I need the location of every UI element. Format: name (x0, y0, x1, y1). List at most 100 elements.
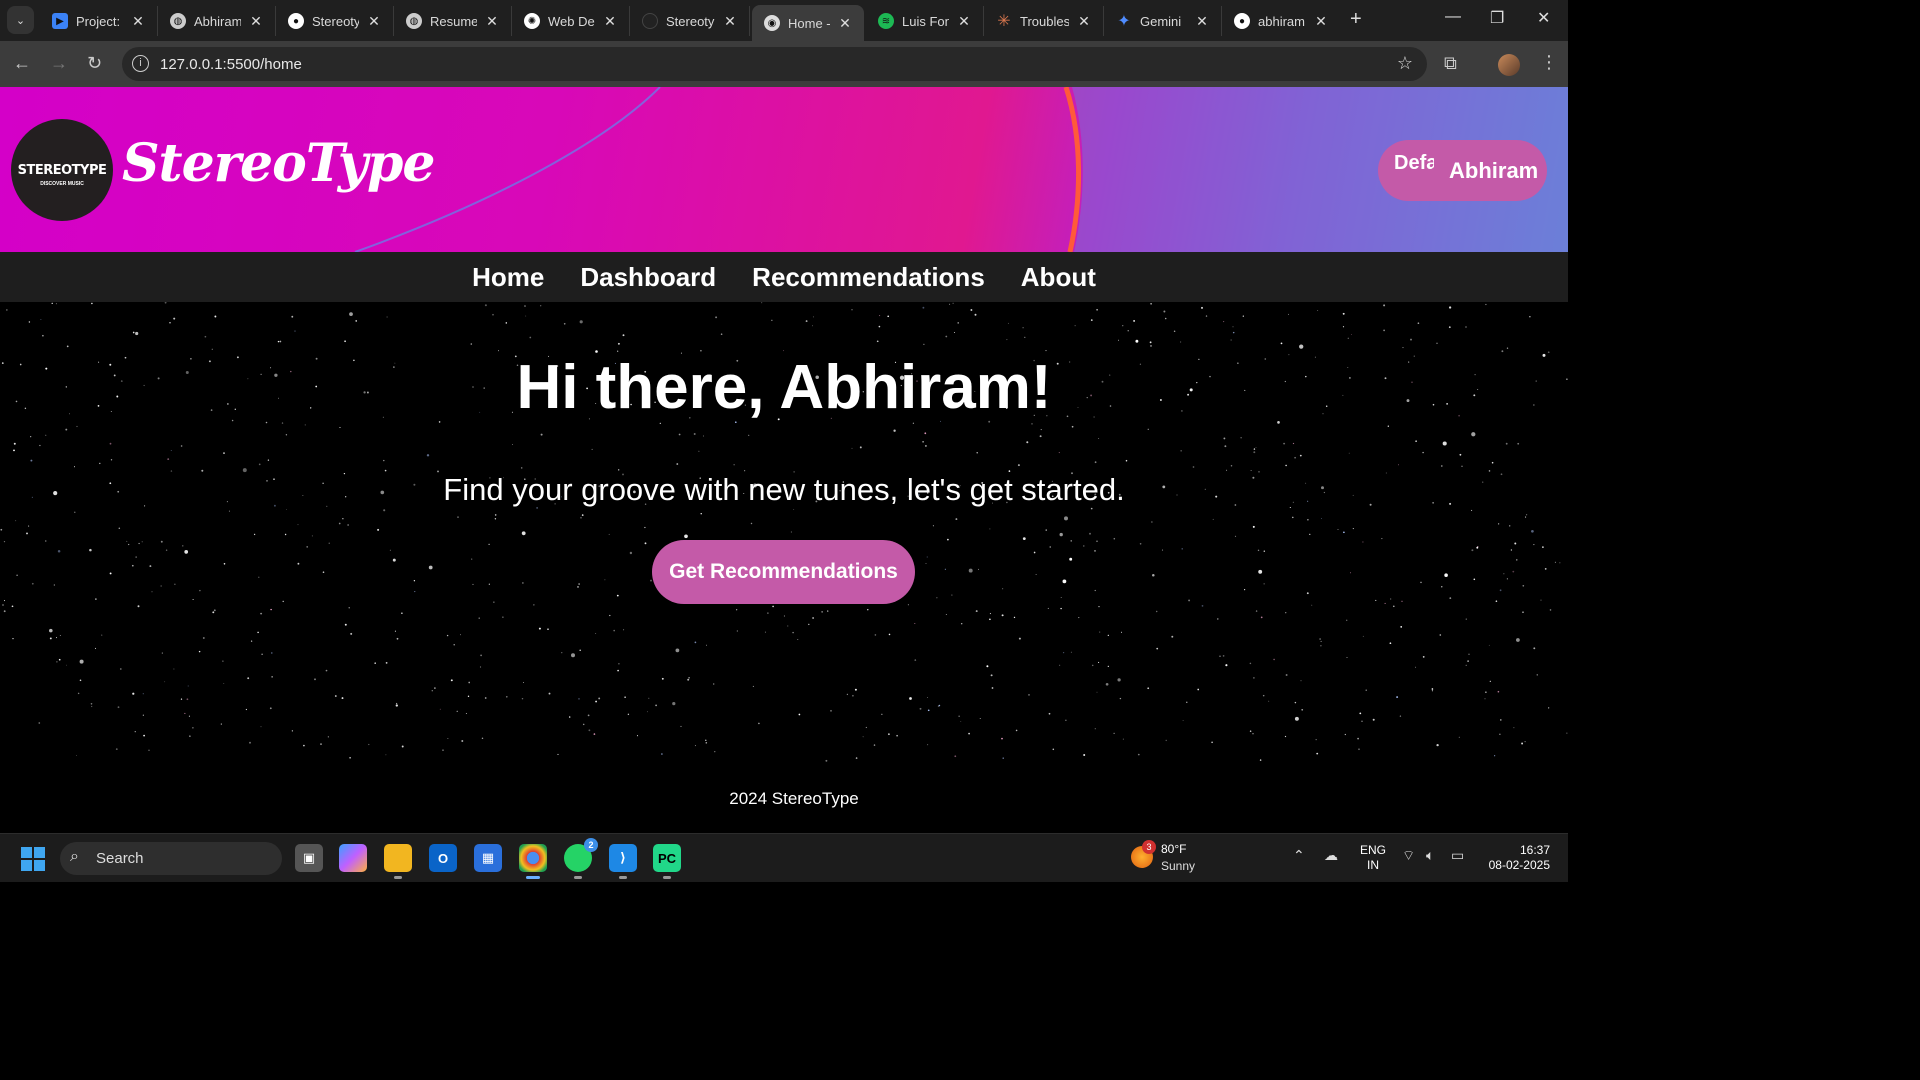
forward-icon[interactable]: → (50, 53, 68, 74)
logo-subtext: DISCOVER MUSIC (40, 181, 84, 187)
back-icon[interactable]: ← (13, 53, 31, 74)
weather-condition[interactable]: Sunny (1161, 859, 1195, 873)
microsoft-store-icon[interactable]: ▦ (474, 844, 502, 872)
language-code: ENG (1360, 843, 1387, 857)
browser-tab[interactable]: Stereoty ✕ (630, 6, 750, 36)
browser-tab-strip: ⌄ ▶ Project: C ✕ ◍ Abhiram ✕ ● Stereoty … (0, 0, 1568, 41)
browser-tab[interactable]: ◍ Abhiram ✕ (158, 6, 276, 36)
browser-tab[interactable]: ✺ Web De ✕ (512, 6, 630, 36)
system-clock[interactable]: 16:37 08-02-2025 (1480, 843, 1550, 873)
running-indicator (619, 876, 627, 879)
region-code: IN (1367, 858, 1379, 872)
hero-title: Hi there, Abhiram! (516, 353, 1052, 422)
user-avatar: Defa (1394, 152, 1434, 174)
language-indicator[interactable]: ENG IN (1360, 843, 1386, 873)
reload-icon[interactable]: ↻ (87, 53, 102, 74)
extensions-icon[interactable]: ⧉ (1444, 53, 1457, 74)
copilot-icon[interactable] (339, 844, 367, 872)
new-tab-icon[interactable]: + (1350, 8, 1362, 31)
hero-section: Hi there, Abhiram! Find your groove with… (0, 302, 1568, 762)
tab-close-icon[interactable]: ✕ (1193, 13, 1211, 30)
main-nav: Home Dashboard Recommendations About (0, 252, 1568, 302)
globe-icon: ◍ (170, 13, 186, 29)
battery-icon[interactable]: ▭ (1451, 847, 1464, 864)
address-bar[interactable]: i 127.0.0.1:5500/home ☆ (122, 47, 1427, 81)
tab-close-icon[interactable]: ✕ (1312, 13, 1330, 30)
browser-tab[interactable]: ◍ Resume ✕ (394, 6, 512, 36)
chrome-icon[interactable] (519, 844, 547, 879)
browser-tab[interactable]: ✳ Troubles ✕ (984, 6, 1104, 36)
nav-dashboard[interactable]: Dashboard (580, 262, 716, 293)
weather-temperature[interactable]: 80°F (1161, 842, 1186, 856)
tab-search-icon[interactable]: ⌄ (7, 6, 34, 34)
tab-label: Abhiram (194, 13, 241, 29)
browser-tab[interactable]: ✦ Gemini ✕ (1104, 6, 1222, 36)
volume-icon[interactable]: 🔈︎ (1426, 847, 1434, 864)
header-banner: STEREOTYPE DISCOVER MUSIC StereoType Def… (0, 87, 1568, 252)
outlook-icon[interactable]: O (429, 844, 457, 872)
hero-subtitle: Find your groove with new tunes, let's g… (443, 472, 1125, 507)
tab-close-icon[interactable]: ✕ (247, 13, 265, 30)
browser-menu-icon[interactable]: ⋮ (1540, 52, 1558, 73)
nav-about[interactable]: About (1021, 262, 1096, 293)
address-url[interactable]: 127.0.0.1:5500/home (160, 56, 302, 73)
get-recommendations-button[interactable]: Get Recommendations (652, 540, 915, 604)
tab-close-icon[interactable]: ✕ (721, 13, 739, 30)
window-close-icon[interactable]: ✕ (1537, 8, 1550, 28)
browser-tab-active[interactable]: ◉ Home - S ✕ (752, 5, 864, 41)
openai-icon: ✺ (524, 13, 540, 29)
gemini-icon: ✦ (1117, 13, 1131, 30)
bookmark-star-icon[interactable]: ☆ (1397, 53, 1413, 74)
running-indicator (663, 876, 671, 879)
spotify-icon: ≋ (878, 13, 894, 29)
logo-text: STEREOTYPE (17, 162, 107, 178)
tab-label: abhiram (1258, 13, 1305, 29)
profile-avatar[interactable] (1498, 54, 1520, 76)
pycharm-icon[interactable]: PC (653, 844, 681, 879)
tab-close-icon[interactable]: ✕ (365, 13, 383, 30)
onedrive-cloud-icon[interactable]: ☁ (1324, 847, 1338, 864)
tab-close-icon[interactable]: ✕ (1075, 13, 1093, 30)
stereotype-logo[interactable]: STEREOTYPE DISCOVER MUSIC (11, 119, 113, 221)
taskbar-search-label: Search (96, 850, 144, 867)
browser-tab[interactable]: ≋ Luis Fon ✕ (866, 6, 984, 36)
nav-recommendations[interactable]: Recommendations (752, 262, 985, 293)
footer: 2024 StereoType (0, 762, 1568, 833)
tab-label: Gemini (1140, 13, 1182, 29)
tab-close-icon[interactable]: ✕ (483, 13, 501, 30)
tab-close-icon[interactable]: ✕ (601, 13, 619, 30)
clock-date: 08-02-2025 (1488, 858, 1550, 872)
brand-title[interactable]: StereoType (122, 133, 435, 194)
browser-tab[interactable]: ▶ Project: C ✕ (40, 6, 158, 36)
weather-badge: 3 (1142, 840, 1156, 854)
search-icon: ⌕ (70, 848, 79, 865)
tab-label: Stereoty (666, 13, 715, 29)
tab-label: Web De (548, 13, 595, 29)
restore-icon[interactable]: ❐ (1490, 8, 1504, 28)
tab-close-icon[interactable]: ✕ (836, 15, 854, 32)
dark-circle-icon (642, 13, 658, 29)
task-view-icon[interactable]: ▣ (295, 844, 323, 872)
browser-tab[interactable]: ● abhiram ✕ (1222, 6, 1340, 36)
wifi-icon[interactable]: ⌔ (1402, 847, 1415, 865)
taskbar-search[interactable]: ⌕ Search (60, 842, 282, 875)
nav-home[interactable]: Home (472, 262, 544, 293)
whatsapp-icon[interactable]: 2 (564, 838, 598, 879)
github-icon: ● (1234, 13, 1250, 29)
windows-start-icon[interactable] (21, 847, 45, 871)
youtube-studio-icon: ▶ (52, 13, 68, 29)
tab-close-icon[interactable]: ✕ (129, 13, 147, 30)
file-explorer-icon[interactable] (384, 844, 412, 879)
vscode-icon[interactable]: ⟩ (609, 844, 637, 879)
user-name: Abhiram (1449, 158, 1539, 183)
claude-icon: ✳ (997, 13, 1011, 30)
minimize-icon[interactable]: — (1445, 8, 1461, 26)
github-icon: ● (288, 13, 304, 29)
tray-overflow-chevron-icon[interactable]: ⌃ (1293, 847, 1305, 864)
tab-label: Home - S (788, 15, 830, 31)
site-info-icon[interactable]: i (132, 55, 149, 72)
browser-tab[interactable]: ● Stereoty ✕ (276, 6, 394, 36)
user-profile-button[interactable]: Defa Abhiram (1378, 140, 1547, 201)
whatsapp-badge: 2 (584, 838, 598, 852)
tab-close-icon[interactable]: ✕ (955, 13, 973, 30)
